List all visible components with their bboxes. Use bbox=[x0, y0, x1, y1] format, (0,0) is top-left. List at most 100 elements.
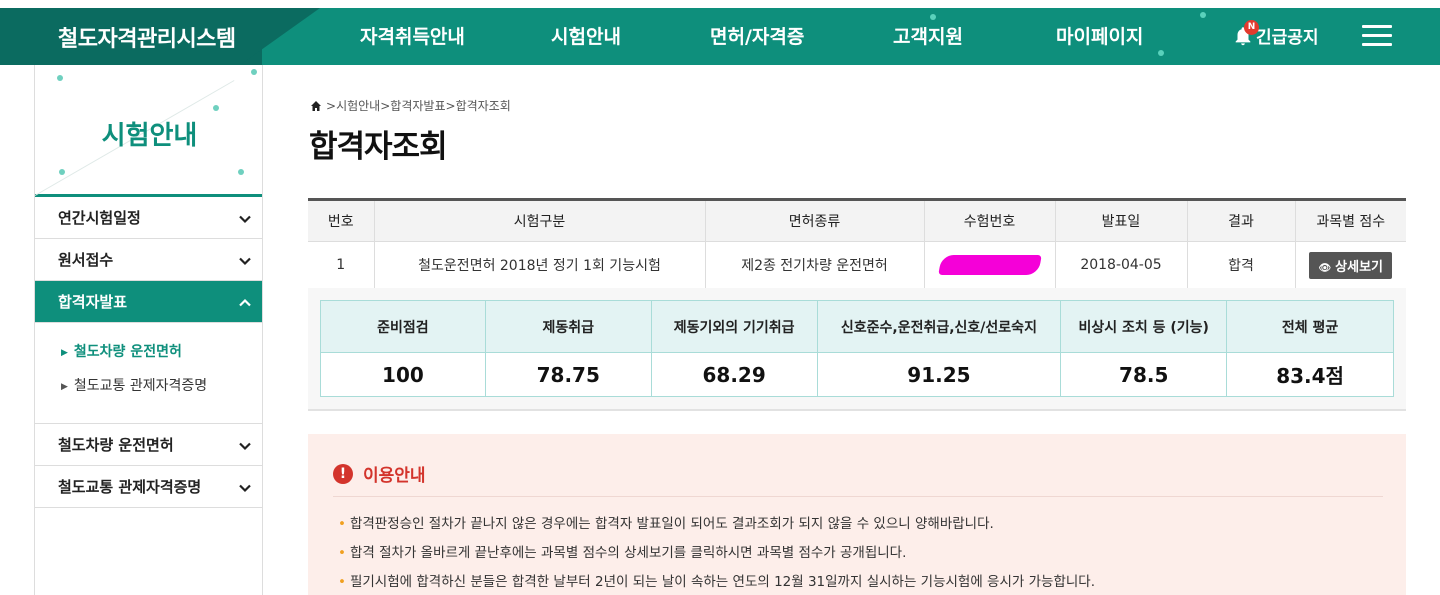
score-column-header: 준비점검 bbox=[320, 300, 486, 353]
bell-icon: N bbox=[1232, 20, 1259, 48]
sidebar-item-driving-license[interactable]: 철도차량 운전면허 bbox=[35, 424, 262, 466]
triangle-right-icon: ▶ bbox=[61, 382, 68, 392]
score-average: 83.4점 bbox=[1226, 352, 1394, 397]
breadcrumb-separator: > bbox=[445, 98, 456, 113]
sidebar-header: 시험안내 bbox=[34, 65, 262, 197]
column-header: 과목별 점수 bbox=[1294, 199, 1406, 242]
sidebar-item-results[interactable]: 합격자발표 bbox=[35, 281, 262, 323]
chevron-down-icon bbox=[238, 424, 252, 466]
sidebar-submenu: ▶ 철도차량 운전면허 ▶ 철도교통 관제자격증명 bbox=[35, 323, 262, 424]
breadcrumb-item[interactable]: 합격자발표 bbox=[390, 97, 445, 114]
emergency-notice-label: 긴급공지 bbox=[1256, 27, 1319, 48]
sidebar: 시험안내 연간시험일정 원서접수 합격자발표 ▶ 철도차량 운전면허 ▶ 철도교통 … bbox=[34, 65, 263, 595]
home-icon[interactable] bbox=[310, 100, 322, 112]
sidebar-item-label: 연간시험일정 bbox=[58, 209, 141, 227]
top-navigation-bar: 철도자격관리시스템 자격취득안내 시험안내 면허/자격증 고객지원 마이페이지 … bbox=[0, 8, 1440, 65]
cell-exam-number bbox=[923, 241, 1056, 289]
breadcrumb-separator: > bbox=[380, 98, 391, 113]
decorative-dot bbox=[59, 169, 65, 175]
nav-item-exam-guide[interactable]: 시험안내 bbox=[551, 22, 621, 49]
sidebar-item-label: 철도차량 운전면허 bbox=[58, 436, 174, 454]
decorative-dot bbox=[1158, 50, 1164, 56]
nav-item-mypage[interactable]: 마이페이지 bbox=[1056, 22, 1143, 49]
score-row: 100 78.75 68.29 91.25 78.5 83.4점 bbox=[320, 352, 1394, 397]
detail-view-label: 상세보기 bbox=[1335, 259, 1384, 275]
score-value: 91.25 bbox=[816, 352, 1062, 397]
breadcrumb-item-current: 합격자조회 bbox=[455, 99, 511, 113]
column-header: 면허종류 bbox=[704, 199, 925, 242]
chevron-down-icon bbox=[238, 239, 252, 281]
sidebar-item-label: 합격자발표 bbox=[58, 293, 128, 311]
submenu-item-control-certificate[interactable]: ▶ 철도교통 관제자격증명 bbox=[61, 375, 262, 409]
list-item: • 필기시험에 합격하신 분들은 합격한 날부터 2년이 되는 날이 속하는 연도… bbox=[338, 574, 1095, 590]
breadcrumb: > 시험안내 > 합격자발표 > 합격자조회 bbox=[310, 97, 511, 114]
sidebar-item-control-certificate[interactable]: 철도교통 관제자격증명 bbox=[35, 466, 262, 508]
score-value: 78.5 bbox=[1060, 352, 1228, 397]
score-header-row: 준비점검 제동취급 제동기외의 기기취급 신호준수,운전취급,신호/선로숙지 비… bbox=[320, 300, 1394, 353]
chevron-down-icon bbox=[238, 466, 252, 508]
cell-result: 합격 bbox=[1186, 241, 1296, 289]
new-badge: N bbox=[1244, 20, 1259, 35]
sidebar-item-label: 원서접수 bbox=[58, 251, 114, 269]
nav-item-qualification-guide[interactable]: 자격취득안내 bbox=[360, 22, 465, 49]
emergency-notice-link[interactable]: N 긴급공지 bbox=[1232, 20, 1319, 48]
list-item: • 합격판정승인 절차가 끝나지 않은 경우에는 합격자 발표일이 되어도 결과조… bbox=[338, 516, 994, 532]
score-column-header: 제동취급 bbox=[484, 300, 652, 353]
column-header: 발표일 bbox=[1054, 199, 1188, 242]
decorative-dot bbox=[1200, 12, 1206, 18]
nav-item-support[interactable]: 고객지원 bbox=[893, 22, 963, 49]
score-column-header: 제동기외의 기기취급 bbox=[650, 300, 818, 353]
column-header: 수험번호 bbox=[923, 199, 1056, 242]
notice-title: 이용안내 bbox=[363, 466, 426, 486]
alert-icon: ! bbox=[333, 463, 353, 484]
notice-list: • 합격판정승인 절차가 끝나지 않은 경우에는 합격자 발표일이 되어도 결과조… bbox=[338, 514, 1095, 595]
score-detail-panel: 준비점검 제동취급 제동기외의 기기취급 신호준수,운전취급,신호/선로숙지 비… bbox=[308, 288, 1406, 411]
decorative-dot bbox=[930, 14, 936, 20]
column-header: 결과 bbox=[1186, 199, 1296, 242]
score-column-header: 비상시 조치 등 (기능) bbox=[1060, 300, 1228, 353]
redacted-exam-number bbox=[937, 255, 1042, 275]
decorative-dot bbox=[213, 105, 219, 111]
column-header: 시험구분 bbox=[373, 199, 706, 242]
list-item: • 합격 절차가 올바르게 끝난후에는 과목별 점수의 상세보기를 클릭하시면 과… bbox=[338, 545, 907, 561]
chevron-up-icon bbox=[238, 281, 252, 323]
notice-header: ! 이용안내 bbox=[333, 461, 426, 486]
score-column-header: 전체 평균 bbox=[1226, 300, 1394, 353]
submenu-item-label: 철도교통 관제자격증명 bbox=[73, 378, 208, 394]
cell-detail: 👁 상세보기 bbox=[1294, 241, 1406, 289]
detail-view-button[interactable]: 👁 상세보기 bbox=[1309, 251, 1393, 279]
submenu-item-label: 철도차량 운전면허 bbox=[73, 344, 182, 360]
logo-notch-decoration bbox=[240, 8, 320, 65]
site-logo[interactable]: 철도자격관리시스템 bbox=[58, 21, 236, 53]
result-table: 번호 시험구분 면허종류 수험번호 발표일 결과 과목별 점수 1 철도운전면허… bbox=[308, 198, 1406, 289]
score-column-header: 신호준수,운전취급,신호/선로숙지 bbox=[816, 300, 1062, 353]
divider bbox=[333, 496, 1383, 497]
usage-notice-box: ! 이용안내 • 합격판정승인 절차가 끝나지 않은 경우에는 합격자 발표일이 … bbox=[308, 434, 1406, 595]
decorative-dot bbox=[238, 169, 244, 175]
score-value: 68.29 bbox=[650, 352, 818, 397]
notice-text: 필기시험에 합격하신 분들은 합격한 날부터 2년이 되는 날이 속하는 연도의… bbox=[349, 574, 1095, 590]
chevron-down-icon bbox=[238, 197, 252, 239]
column-header: 번호 bbox=[308, 199, 375, 242]
decorative-dot bbox=[251, 69, 257, 75]
score-value: 78.75 bbox=[484, 352, 652, 397]
notice-text: 합격판정승인 절차가 끝나지 않은 경우에는 합격자 발표일이 되어도 결과조회… bbox=[349, 516, 994, 532]
table-row: 1 철도운전면허 2018년 정기 1회 기능시험 제2종 전기차량 운전면허 … bbox=[308, 241, 1406, 289]
nav-item-license[interactable]: 면허/자격증 bbox=[710, 22, 804, 49]
notice-text: 합격 절차가 올바르게 끝난후에는 과목별 점수의 상세보기를 클릭하시면 과목… bbox=[349, 545, 907, 561]
breadcrumb-separator: > bbox=[326, 98, 337, 113]
sidebar-item-annual-schedule[interactable]: 연간시험일정 bbox=[35, 197, 262, 239]
sidebar-item-application[interactable]: 원서접수 bbox=[35, 239, 262, 281]
hamburger-menu-icon[interactable] bbox=[1362, 25, 1392, 47]
submenu-item-driving-license[interactable]: ▶ 철도차량 운전면허 bbox=[61, 341, 262, 375]
page-title: 합격자조회 bbox=[309, 129, 448, 165]
eye-icon: 👁 bbox=[1318, 262, 1332, 274]
sidebar-title: 시험안내 bbox=[101, 121, 198, 151]
score-table: 준비점검 제동취급 제동기외의 기기취급 신호준수,운전취급,신호/선로숙지 비… bbox=[320, 300, 1394, 397]
cell-license-type: 제2종 전기차량 운전면허 bbox=[704, 241, 925, 289]
score-value: 100 bbox=[320, 352, 486, 397]
cell-announce-date: 2018-04-05 bbox=[1054, 241, 1188, 289]
breadcrumb-item[interactable]: 시험안내 bbox=[336, 97, 380, 114]
cell-number: 1 bbox=[308, 241, 375, 289]
decorative-dot bbox=[57, 75, 63, 81]
